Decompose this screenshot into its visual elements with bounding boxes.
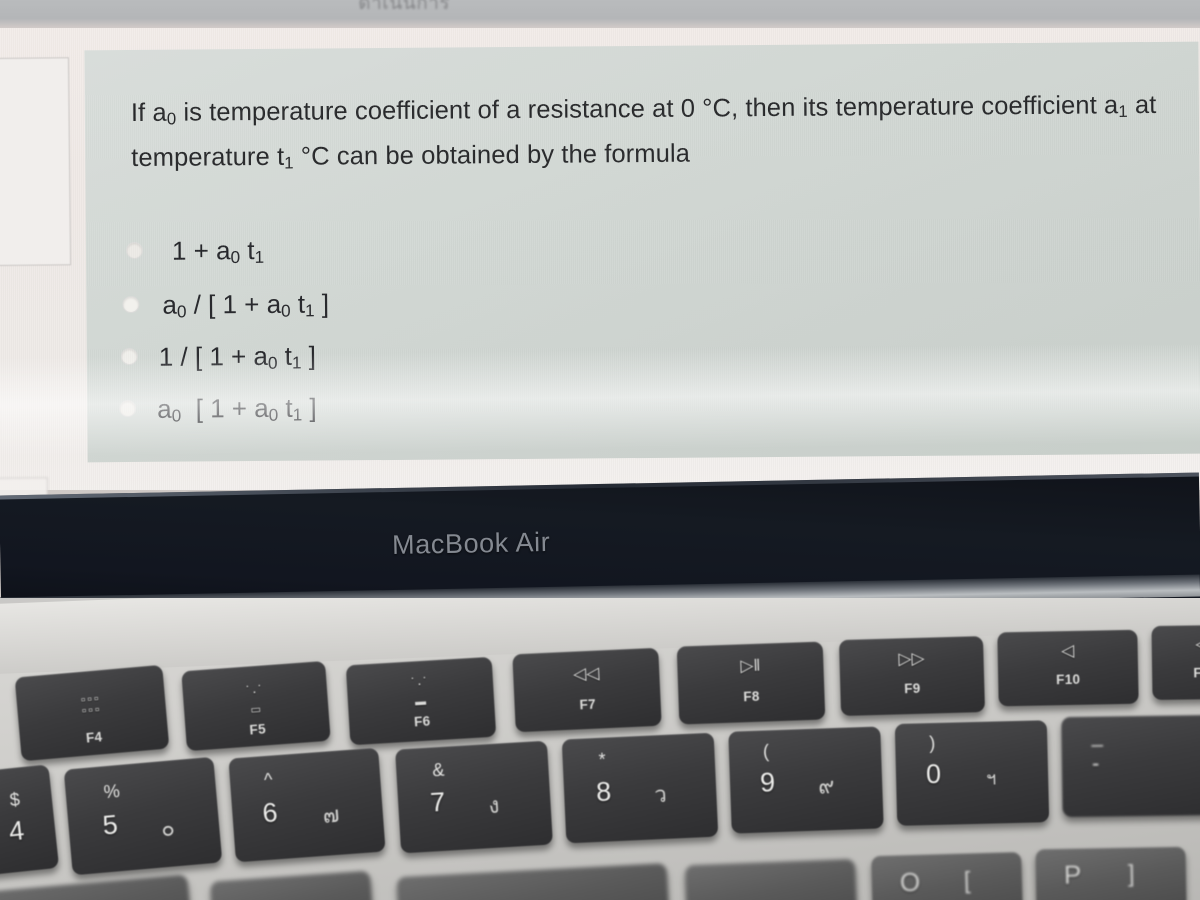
radio-button-icon[interactable] xyxy=(120,347,138,366)
number-key-0[interactable]: ) 0 ฯ xyxy=(894,720,1050,826)
question-text-part3: at temperature t xyxy=(131,90,1157,172)
function-key-label: F7 xyxy=(579,696,597,713)
key-alt-label: ฯ xyxy=(985,768,997,789)
answer-option-3[interactable]: 1 / [ 1 + a0 t1 ] xyxy=(120,331,747,386)
number-key-8[interactable]: * 8 ว xyxy=(561,732,719,844)
key-primary-label: 4 xyxy=(7,815,26,847)
question-info-panel: on 3 t ed out of xyxy=(0,57,72,267)
question-marks-line: out of xyxy=(0,161,63,179)
answer-option-label: 1 + a0 t1 xyxy=(171,235,265,268)
radio-button-icon[interactable] xyxy=(119,399,137,418)
function-key-label: F4 xyxy=(85,729,103,746)
key-primary-label: 8 xyxy=(595,776,612,807)
question-text-part1: If a xyxy=(130,98,167,128)
key-alt-label: [ xyxy=(963,867,971,895)
key-shifted-label: ( xyxy=(762,741,770,762)
key-shifted-label: ^ xyxy=(263,769,274,791)
function-key-f6[interactable]: ˙·˙ ▬ F6 xyxy=(345,656,497,746)
question-text: If a0 is temperature coefficient of a re… xyxy=(131,86,1178,184)
letter-key-o[interactable]: O [ xyxy=(871,851,1023,900)
question-status-line1: t xyxy=(0,101,63,119)
function-key-f7[interactable]: ◁◁ F7 xyxy=(512,647,662,733)
key-alt-label: ] xyxy=(1127,860,1135,888)
key-primary-label: 0 xyxy=(925,758,942,790)
number-key-7[interactable]: & 7 ง xyxy=(395,740,553,854)
key-alt-label: ๙ xyxy=(817,773,835,799)
launchpad-grid-icon: ▫▫▫ ▫▫▫ xyxy=(80,690,103,718)
key-alt-label: ว xyxy=(653,781,668,808)
letter-key-partial-2[interactable] xyxy=(210,870,374,900)
number-key-4[interactable]: $ 4 xyxy=(0,764,60,880)
question-card: If a0 is temperature coefficient of a re… xyxy=(84,41,1200,463)
key-shifted-label: % xyxy=(102,780,121,803)
letter-key-partial-left[interactable] xyxy=(0,874,193,900)
question-heading: on 3 xyxy=(0,68,62,93)
radio-button-icon[interactable] xyxy=(125,241,144,260)
question-text-part2: is temperature coefficient of a resistan… xyxy=(176,91,1119,127)
keyboard-backlight-up-icon: ˙·˙ ▬ xyxy=(410,674,430,709)
answer-option-1[interactable]: 1 + a0 t1 xyxy=(125,231,746,286)
key-shifted-label: $ xyxy=(8,789,21,811)
key-primary-label: O xyxy=(899,866,921,898)
function-key-f9[interactable]: ▷▷ F9 xyxy=(838,636,986,716)
answer-options-list: 1 + a0 t1 a0 / [ 1 + a0 t1 ] 1 / [ 1 + a… xyxy=(119,231,748,436)
key-primary-label: - xyxy=(1091,750,1100,776)
laptop-screen: ุ ดาเนินการ on 3 t ed out of If a0 is te… xyxy=(0,0,1200,500)
key-primary-label: 6 xyxy=(261,797,279,829)
key-alt-label: ๐ xyxy=(160,815,176,842)
key-shifted-label: _ xyxy=(1091,725,1103,748)
question-text-part4: °C can be obtained by the formula xyxy=(293,139,691,171)
answer-option-label: a0 / [ 1 + a0 t1 ] xyxy=(162,288,330,322)
key-alt-label: ง xyxy=(487,792,501,819)
key-shifted-label: * xyxy=(598,749,607,770)
function-key-label: F8 xyxy=(743,688,760,705)
key-primary-label: 5 xyxy=(101,809,119,841)
subscript-t1: 1 xyxy=(284,153,294,173)
question-status-line2: ed xyxy=(0,126,63,144)
answer-option-2[interactable]: a0 / [ 1 + a0 t1 ] xyxy=(122,281,746,336)
keyboard-deck: ▫▫▫ ▫▫▫ F4 ˙·˙ ▭ F5 ˙·˙ ▬ F6 ◁◁ F7 ▷ǁ F8 ▷▷… xyxy=(0,598,1200,900)
key-primary-label: 9 xyxy=(759,767,776,798)
macbook-air-brand-label: MacBook Air xyxy=(391,526,551,560)
photo-of-macbook-air-screen: ุ ดาเนินการ on 3 t ed out of If a0 is te… xyxy=(0,0,1200,900)
letter-key-p[interactable]: P ] xyxy=(1035,846,1187,900)
radio-button-icon[interactable] xyxy=(122,295,140,314)
key-shifted-label: & xyxy=(431,759,445,781)
function-key-f8[interactable]: ▷ǁ F8 xyxy=(676,641,826,725)
function-key-f5[interactable]: ˙·˙ ▭ F5 xyxy=(181,660,331,752)
answer-option-4[interactable]: a0 [ 1 + a0 t1 ] xyxy=(119,381,747,436)
answer-option-label: 1 / [ 1 + a0 t1 ] xyxy=(158,340,317,373)
fast-forward-icon: ▷▷ xyxy=(898,648,925,669)
function-key-label: F9 xyxy=(903,680,921,697)
subscript-a1: 1 xyxy=(1118,101,1128,121)
cut-off-top-text: ุ ดาเนินการ xyxy=(352,0,772,10)
number-key-6[interactable]: ^ 6 ๗ xyxy=(228,747,386,863)
letter-key-partial-4[interactable] xyxy=(684,858,858,900)
number-key-5[interactable]: % 5 ๐ xyxy=(63,756,223,876)
subscript-a0: 0 xyxy=(166,109,177,129)
key-alt-label: ๗ xyxy=(321,801,341,828)
letter-key-partial-3[interactable] xyxy=(396,862,670,900)
key-primary-label: P xyxy=(1063,859,1082,890)
volume-down-icon: ◁) xyxy=(1195,634,1200,654)
key-primary-label: 7 xyxy=(429,786,447,818)
key-shifted-label: ) xyxy=(929,732,936,754)
number-key-9[interactable]: ( 9 ๙ xyxy=(728,726,884,834)
play-pause-icon: ▷ǁ xyxy=(740,655,761,676)
rewind-icon: ◁◁ xyxy=(572,663,600,684)
answer-option-label: a0 [ 1 + a0 t1 ] xyxy=(157,392,317,426)
function-key-f4[interactable]: ▫▫▫ ▫▫▫ F4 xyxy=(14,664,170,762)
function-key-f11[interactable]: ◁) F11 xyxy=(1151,624,1200,700)
number-key-minus[interactable]: _ - xyxy=(1061,714,1200,818)
function-key-label: F11 xyxy=(1193,665,1200,681)
